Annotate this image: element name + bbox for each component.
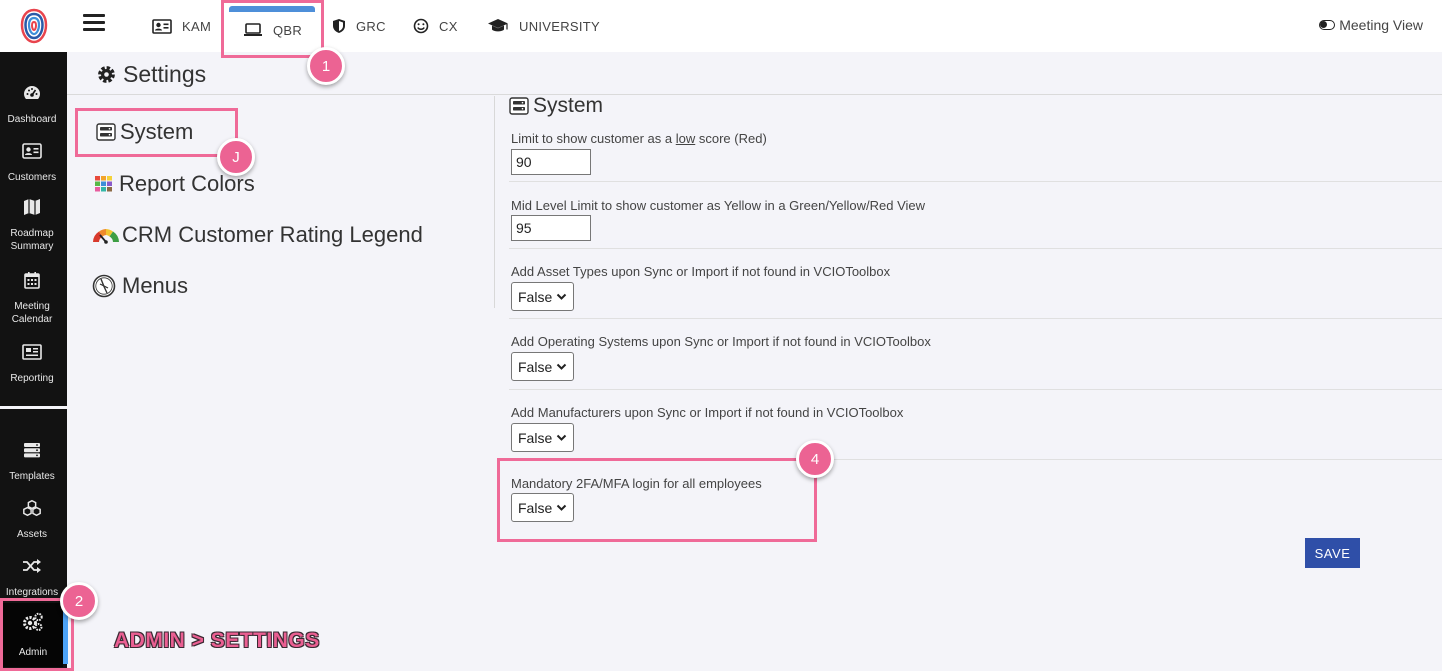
tab-label: KAM: [182, 18, 212, 34]
breadcrumb-caption: ADMIN > SETTINGS: [114, 629, 320, 652]
highlight-qbr-tab: [221, 0, 324, 58]
sidebar-divider: [0, 406, 67, 409]
chevron-down-icon: [556, 291, 567, 302]
page-title-text: Settings: [123, 61, 207, 87]
sidebar-item-roadmap-summary[interactable]: Roadmap Summary: [0, 197, 64, 253]
operating-systems-select[interactable]: False: [511, 352, 574, 381]
select-value: False: [518, 288, 553, 305]
gauge-icon: [22, 83, 42, 103]
menu-toggle-icon[interactable]: [83, 14, 105, 32]
sidebar-item-assets[interactable]: Assets: [0, 498, 64, 541]
select-value: False: [518, 429, 553, 446]
tab-kam[interactable]: KAM: [152, 0, 211, 52]
rating-gauge-icon: [91, 226, 121, 244]
highlight-mfa-setting: [497, 458, 817, 542]
system-title-text: System: [533, 94, 604, 117]
tab-cx[interactable]: CX: [413, 0, 458, 52]
shield-icon: [332, 18, 346, 34]
graduation-cap-icon: [487, 18, 509, 34]
sidebar-item-label: Dashboard: [7, 114, 57, 125]
mid-level-label: Mid Level Limit to show customer as Yell…: [511, 198, 926, 213]
row-divider: [509, 181, 1442, 182]
compass-icon: [92, 274, 116, 298]
step-badge-1: 1: [307, 47, 345, 85]
id-card-icon: [152, 18, 172, 34]
gear-icon: [96, 64, 117, 85]
row-divider: [509, 389, 1442, 390]
sidebar-item-label: Roadmap Summary: [10, 228, 54, 252]
newspaper-icon: [22, 342, 42, 362]
settings-menu-crm-rating-legend[interactable]: CRM Customer Rating Legend: [91, 222, 423, 248]
settings-menu-menus[interactable]: Menus: [92, 273, 188, 299]
sidebar-item-reporting[interactable]: Reporting: [0, 342, 64, 385]
row-divider: [509, 318, 1442, 319]
manufacturers-label: Add Manufacturers upon Sync or Import if…: [511, 405, 904, 420]
id-card-icon: [22, 141, 42, 161]
sidebar-item-label: Reporting: [10, 373, 54, 384]
sidebar-item-label: Assets: [16, 529, 47, 540]
toggle-icon: [1319, 20, 1336, 30]
tab-label: CX: [439, 18, 458, 34]
tab-grc[interactable]: GRC: [332, 0, 386, 52]
tab-university[interactable]: UNIVERSITY: [487, 0, 600, 52]
chevron-down-icon: [556, 432, 567, 443]
page-title: Settings: [96, 61, 206, 88]
asset-types-select[interactable]: False: [511, 282, 574, 311]
save-button[interactable]: SAVE: [1305, 538, 1360, 568]
highlight-system-menu: [75, 108, 238, 157]
sidebar-item-dashboard[interactable]: Dashboard: [0, 83, 64, 126]
sidebar-item-meeting-calendar[interactable]: Meeting Calendar: [0, 270, 64, 326]
system-section-title: System: [509, 94, 603, 118]
server-icon: [22, 440, 42, 460]
smile-icon: [413, 18, 429, 34]
low-score-input[interactable]: [511, 149, 591, 175]
sidebar: Dashboard Customers Roadmap Summary Meet…: [0, 0, 68, 671]
title-divider: [67, 94, 1442, 95]
sidebar-item-label: Meeting Calendar: [11, 301, 53, 325]
step-badge-3: J: [217, 138, 255, 176]
meeting-view-toggle[interactable]: Meeting View: [1319, 17, 1423, 33]
chevron-down-icon: [556, 361, 567, 372]
step-badge-4: 4: [796, 440, 834, 478]
low-score-label: Limit to show customer as a low score (R…: [511, 131, 767, 146]
mid-level-input[interactable]: [511, 215, 591, 241]
select-value: False: [518, 358, 553, 375]
sidebar-item-integrations[interactable]: Integrations: [0, 556, 64, 600]
calendar-icon: [22, 270, 42, 290]
sidebar-item-label: Customers: [7, 172, 57, 183]
manufacturers-select[interactable]: False: [511, 423, 574, 452]
sidebar-item-label: Templates: [9, 471, 55, 482]
shuffle-icon: [22, 556, 42, 576]
map-icon: [22, 197, 42, 217]
color-grid-icon: [93, 174, 115, 194]
tab-label: UNIVERSITY: [519, 18, 601, 34]
asset-types-label: Add Asset Types upon Sync or Import if n…: [511, 264, 891, 279]
settings-menu-label: Menus: [122, 273, 189, 298]
cubes-icon: [22, 498, 42, 518]
brand-logo-icon: [20, 8, 47, 44]
row-divider: [509, 248, 1442, 249]
operating-systems-label: Add Operating Systems upon Sync or Impor…: [511, 334, 931, 349]
step-badge-2: 2: [60, 582, 98, 620]
meeting-view-label: Meeting View: [1339, 17, 1423, 33]
tab-label: GRC: [356, 18, 386, 34]
settings-menu-label: CRM Customer Rating Legend: [122, 222, 423, 247]
sidebar-item-templates[interactable]: Templates: [0, 440, 64, 483]
panel-divider: [494, 96, 495, 308]
sidebar-item-customers[interactable]: Customers: [0, 141, 64, 184]
logo[interactable]: [0, 0, 67, 52]
system-icon: [509, 97, 529, 115]
